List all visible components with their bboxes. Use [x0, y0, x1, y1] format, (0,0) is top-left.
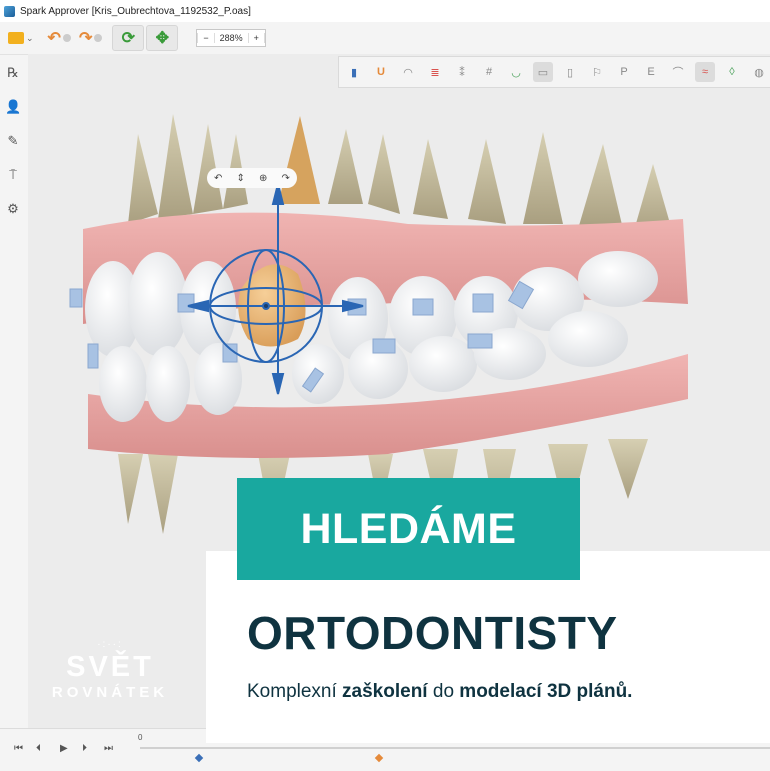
patient-icon[interactable]: 👤	[5, 99, 21, 115]
next-step-icon[interactable]: ⏵	[82, 743, 87, 754]
occlusion-icon[interactable]: ≣	[425, 62, 445, 82]
view-toolbar: ▮ U ◠ ≣ ⁑ # ◡ ▭ ▯ ⚐ P E ⌒ ≈ ◊ ◍	[338, 56, 770, 88]
prev-step-icon[interactable]: ⏴	[36, 743, 41, 754]
p-icon[interactable]: P	[614, 62, 634, 82]
zoom-in-button[interactable]: +	[247, 33, 265, 43]
subline-part: Komplexní	[247, 681, 343, 702]
title-bar: Spark Approver [Kris_Oubrechtova_1192532…	[0, 0, 770, 22]
subline-bold: modelací 3D plánů.	[459, 681, 633, 702]
redo-button[interactable]: ↷	[79, 27, 92, 49]
gum-icon[interactable]: ≈	[695, 62, 715, 82]
hiring-badge: HLEDÁME	[237, 478, 580, 580]
e-icon[interactable]: E	[641, 62, 661, 82]
tooth-icon[interactable]: ◠	[398, 62, 418, 82]
headline: ORTODONTISTY	[247, 607, 618, 659]
rx-icon[interactable]: ℞	[5, 65, 21, 81]
arch-icon[interactable]: U	[371, 62, 391, 82]
more-icon[interactable]: ◍	[749, 62, 769, 82]
logo-main: SVĚT	[66, 651, 154, 683]
rotate-right-icon[interactable]: ↷	[282, 173, 290, 184]
jaw-view-icon[interactable]: ▮	[344, 62, 364, 82]
last-step-icon[interactable]: ⏭	[104, 743, 113, 754]
flag-icon[interactable]: ⚐	[587, 62, 607, 82]
left-toolbar: ℞ 👤 ✎ ⍑ ⚙	[0, 55, 29, 745]
grid-icon[interactable]: #	[479, 62, 499, 82]
numbering-icon[interactable]: ⁑	[452, 62, 472, 82]
timeline-start-label: 0	[138, 733, 143, 742]
attachments-icon[interactable]: ◡	[506, 62, 526, 82]
subline-bold: zaškolení	[342, 681, 428, 702]
move-button[interactable]: ✥	[146, 25, 179, 51]
app-icon	[4, 5, 15, 17]
logo-sub: ROVNÁTEK	[51, 684, 169, 701]
chevron-down-icon: ⌄	[26, 32, 34, 43]
undo-button[interactable]: ↶	[48, 27, 61, 49]
zoom-out-button[interactable]: −	[197, 33, 215, 43]
superimpose-icon[interactable]: ◊	[722, 62, 742, 82]
svet-rovnatek-logo: ·:··: SVĚT ROVNÁTEK	[40, 640, 180, 730]
rotation-tool: ↶ ⇕ ⊕ ↷	[207, 168, 297, 188]
torque-icon[interactable]: ⊕	[259, 173, 267, 184]
zoom-control: − 288% +	[196, 29, 266, 47]
main-toolbar: ⌄ ↶ ↷ ⟳ ✥ − 288% +	[0, 22, 770, 55]
elastic-icon[interactable]: ⌒	[668, 62, 688, 82]
brackets-icon[interactable]: ▭	[533, 62, 553, 82]
pen-icon[interactable]: ✎	[5, 133, 21, 149]
settings-tooth-icon[interactable]: ⚙	[5, 201, 21, 217]
first-step-icon[interactable]: ⏮	[14, 743, 23, 754]
play-icon[interactable]: ▶	[60, 743, 68, 754]
timeline-track[interactable]	[140, 747, 770, 749]
timeline-marker[interactable]	[374, 753, 384, 763]
crown-icon[interactable]: ▯	[560, 62, 580, 82]
zoom-value[interactable]: 288%	[215, 33, 248, 43]
logo-dots: ·:··:	[97, 639, 123, 650]
undo-history-icon[interactable]	[62, 34, 71, 42]
rotate-left-icon[interactable]: ↶	[214, 173, 222, 184]
tooth-add-icon[interactable]: ⍑	[5, 167, 21, 183]
tip-icon[interactable]: ⇕	[237, 173, 245, 184]
subline: Komplexní zaškolení do modelací 3D plánů…	[247, 681, 632, 703]
subline-part: do	[427, 681, 460, 702]
window-title: Spark Approver [Kris_Oubrechtova_1192532…	[20, 5, 251, 17]
folder-icon	[8, 32, 24, 44]
open-folder-button[interactable]: ⌄	[4, 27, 34, 49]
timeline-marker[interactable]	[194, 753, 204, 763]
redo-history-icon[interactable]	[94, 34, 103, 42]
refresh-button[interactable]: ⟳	[112, 25, 145, 51]
